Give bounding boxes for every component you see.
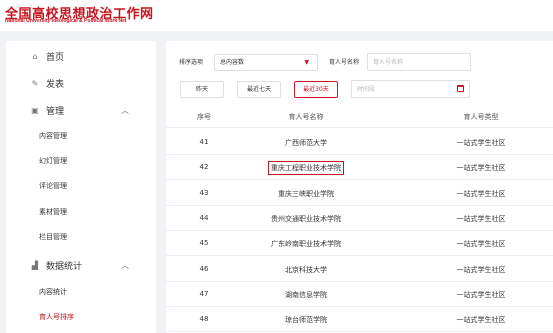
column-header-type: 育人号类型 — [463, 113, 499, 121]
caret-down-icon: ▼ — [304, 59, 309, 66]
calendar-icon[interactable] — [457, 85, 464, 92]
home-icon: ⌂ — [32, 51, 38, 61]
sidebar-item-material-manage[interactable]: 素材管理 — [6, 201, 156, 223]
sidebar-item-label: 数据统计 — [46, 261, 83, 272]
sidebar-item-content-stats[interactable]: 内容统计 — [6, 281, 156, 303]
row-account-type: 一站式学生社区 — [456, 316, 506, 325]
row-divider — [166, 179, 553, 181]
sidebar-item-slide-manage[interactable]: 幻灯管理 — [6, 150, 156, 172]
sidebar-item-stats[interactable]: ▟ 数据统计 ︿ — [6, 253, 156, 277]
row-account-name: 重庆工程职业技术学院 — [268, 161, 344, 176]
row-account-name: 贵州交通职业技术学院 — [271, 214, 341, 223]
sort-select[interactable]: 总内容数 ▼ — [214, 54, 318, 71]
row-divider — [166, 204, 553, 206]
row-account-name: 广东岭南职业技术学院 — [271, 240, 341, 249]
row-account-name: 北京科技大学 — [285, 265, 327, 274]
row-number: 45 — [199, 239, 209, 248]
row-account-type: 一站式学生社区 — [456, 214, 506, 223]
row-account-type: 一站式学生社区 — [456, 290, 506, 299]
sidebar-item-home[interactable]: ⌂ 首页 — [6, 44, 156, 68]
row-number: 48 — [199, 315, 209, 324]
sidebar-item-label: 管理 — [46, 106, 65, 117]
sidebar-item-column-manage[interactable]: 栏目管理 — [6, 226, 156, 248]
row-account-name: 重庆三峡职业学院 — [278, 189, 334, 198]
top-header: 全国高校思想政治工作网 National University Ideologi… — [0, 0, 553, 31]
sidebar-item-publish[interactable]: ✎ 发表 — [6, 71, 156, 95]
row-number: 42 — [199, 163, 209, 172]
main-panel: 排序选项 总内容数 ▼ 育人号名称 昨天 最近七天 最近30天 序号 育人号名称… — [166, 41, 553, 333]
row-account-name: 广西师范大学 — [285, 139, 327, 147]
row-divider — [166, 305, 553, 307]
row-number: 46 — [199, 264, 209, 273]
sort-select-value: 总内容数 — [220, 59, 245, 66]
yesterday-button[interactable]: 昨天 — [180, 81, 224, 98]
row-account-name: 湖南信息学院 — [285, 290, 327, 299]
row-account-type: 一站式学生社区 — [456, 265, 506, 274]
site-logo-subtitle: National University Ideological & Politi… — [5, 18, 127, 24]
sidebar-item-label: 首页 — [46, 52, 65, 63]
row-number: 47 — [199, 289, 209, 298]
sidebar-item-label: 发表 — [46, 79, 65, 90]
column-header-name: 育人号名称 — [288, 113, 324, 121]
row-divider — [166, 154, 553, 155]
name-label: 育人号名称 — [329, 59, 360, 66]
row-account-type: 一站式学生社区 — [456, 139, 506, 147]
bar-chart-icon: ▟ — [31, 260, 39, 270]
row-divider — [166, 280, 553, 282]
sidebar: ⌂ 首页 ✎ 发表 ▣ 管理 ︿ 内容管理 幻灯管理 评论管理 素材管理 栏目管… — [6, 41, 156, 333]
row-account-name: 琼台师范学院 — [285, 316, 327, 325]
sidebar-item-comment-manage[interactable]: 评论管理 — [6, 175, 156, 197]
grid-icon: ▣ — [31, 105, 39, 115]
header-divider — [166, 127, 553, 128]
sidebar-item-content-manage[interactable]: 内容管理 — [6, 125, 156, 147]
row-divider — [166, 229, 553, 231]
row-divider — [166, 331, 553, 333]
row-account-type: 一站式学生社区 — [456, 189, 506, 198]
name-search-input[interactable] — [367, 53, 471, 71]
row-account-type: 一站式学生社区 — [456, 240, 506, 249]
sort-label: 排序选项 — [179, 59, 204, 66]
last-30-days-button[interactable]: 最近30天 — [294, 81, 338, 98]
row-divider — [166, 255, 553, 257]
last-7-days-button[interactable]: 最近七天 — [237, 81, 281, 98]
sidebar-item-account-ranking[interactable]: 育人号排序 — [6, 306, 156, 328]
chevron-up-icon: ︿ — [121, 105, 129, 115]
edit-icon: ✎ — [31, 78, 39, 88]
sidebar-item-manage[interactable]: ▣ 管理 ︿ — [6, 98, 156, 122]
row-number: 44 — [199, 213, 209, 222]
row-number: 41 — [199, 138, 209, 146]
row-number: 43 — [199, 188, 209, 197]
column-header-number: 序号 — [197, 113, 211, 121]
chevron-up-icon: ︿ — [121, 260, 129, 270]
time-range-input[interactable] — [351, 80, 470, 98]
row-account-type: 一站式学生社区 — [456, 164, 506, 173]
